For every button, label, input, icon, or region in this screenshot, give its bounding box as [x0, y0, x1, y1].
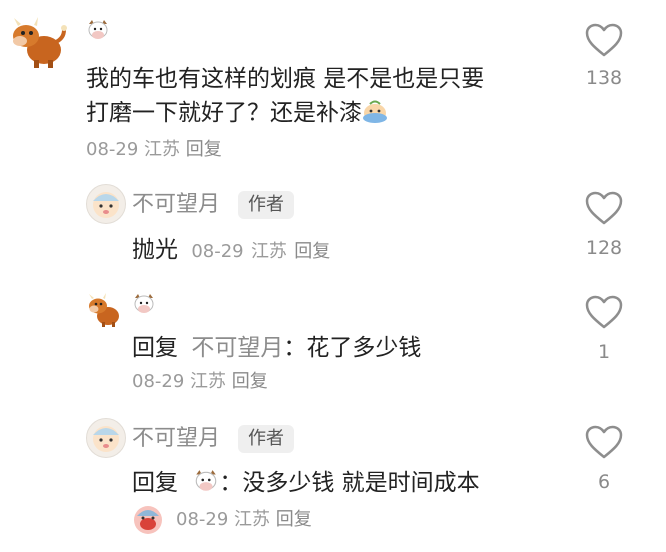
colon: ：	[283, 335, 307, 361]
like-count: 6	[597, 471, 611, 493]
reply-prefix: 回复	[132, 470, 178, 496]
reply-location: 江苏	[190, 371, 227, 392]
reply-button[interactable]: 回复	[232, 371, 268, 392]
comment-meta: 08-29 江苏 回复	[86, 138, 222, 162]
author-badge: 作者	[238, 425, 294, 453]
heart-outline-icon	[585, 191, 623, 225]
author-badge: 作者	[238, 191, 294, 219]
comment-text-line: 打磨一下就好了？还是补漆	[86, 96, 484, 130]
reply-date: 08-29	[176, 509, 229, 530]
heart-outline-icon	[585, 295, 623, 329]
reply-text: 抛光	[132, 237, 178, 263]
comment-location: 江苏	[144, 139, 181, 160]
avatar[interactable]	[86, 184, 126, 224]
reply-meta: 08-29 江苏 回复	[176, 508, 312, 532]
reply-to-username[interactable]: 不可望月	[191, 335, 283, 361]
reply-date: 08-29	[191, 241, 244, 262]
colon: ：	[219, 470, 243, 496]
avatar[interactable]	[10, 12, 68, 70]
reply-text-line: 回复 ：没多少钱 就是时间成本	[132, 466, 480, 500]
avatar[interactable]	[86, 418, 126, 458]
like-button[interactable]	[584, 294, 624, 330]
reply-to-emoji-icon[interactable]	[193, 468, 219, 494]
reply-text: 没多少钱 就是时间成本	[242, 470, 480, 496]
like-count: 138	[585, 67, 623, 89]
like-button[interactable]	[584, 190, 624, 226]
heart-outline-icon	[585, 425, 623, 459]
reply-button[interactable]: 回复	[276, 509, 312, 530]
like-count: 128	[585, 237, 623, 259]
avatar[interactable]	[86, 290, 124, 328]
comment-date: 08-29	[86, 139, 139, 160]
like-count: 1	[597, 341, 611, 363]
reply-meta: 08-29 江苏 回复	[132, 370, 268, 394]
like-button[interactable]	[584, 22, 624, 58]
reply-prefix: 回复	[132, 335, 178, 361]
reply-text: 花了多少钱	[306, 335, 422, 361]
reply-text-line: 抛光 08-29 江苏 回复	[132, 233, 330, 267]
comment-text-line: 我的车也有这样的划痕 是不是也是只要	[86, 66, 485, 92]
reply-location: 江苏	[250, 241, 287, 262]
reply-text-line: 回复 不可望月：花了多少钱	[132, 331, 421, 365]
heart-outline-icon	[585, 23, 623, 57]
reply-date: 08-29	[132, 371, 185, 392]
username[interactable]: 不可望月	[132, 191, 220, 219]
reply-button[interactable]: 回复	[294, 241, 330, 262]
username-emoji-icon[interactable]	[86, 18, 110, 42]
comment-text: 我的车也有这样的划痕 是不是也是只要 打磨一下就好了？还是补漆	[86, 62, 484, 130]
reaction-emoji-icon	[132, 504, 164, 536]
reply-button[interactable]: 回复	[186, 139, 222, 160]
reply-location: 江苏	[234, 509, 271, 530]
like-button[interactable]	[584, 424, 624, 460]
username-emoji-icon[interactable]	[132, 292, 156, 316]
crying-emoji-icon	[362, 98, 388, 124]
username[interactable]: 不可望月	[132, 425, 220, 453]
